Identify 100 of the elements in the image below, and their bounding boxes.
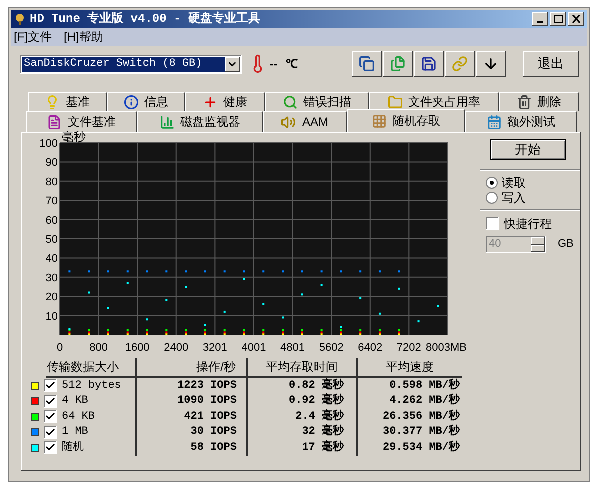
tab[interactable]: 额外测试: [465, 111, 577, 132]
data-point: [398, 270, 400, 273]
data-point: [340, 270, 342, 273]
tab[interactable]: 基准: [28, 92, 107, 111]
search-icon: [282, 94, 298, 110]
checkbox[interactable]: [44, 441, 57, 454]
tab[interactable]: 健康: [185, 92, 265, 111]
radio-button[interactable]: [486, 176, 498, 188]
checkbox[interactable]: [44, 410, 57, 424]
tab[interactable]: AAM: [263, 111, 347, 132]
x-tick-label: 2400: [164, 342, 189, 354]
toolbar-button[interactable]: [476, 51, 506, 77]
speaker-icon: [281, 114, 296, 130]
close-icon: [572, 15, 580, 23]
toolbar-button[interactable]: [414, 51, 444, 77]
data-point: [224, 270, 226, 273]
y-axis-title: 毫秒: [62, 130, 86, 144]
data-point: [378, 312, 381, 315]
data-point: [418, 320, 420, 323]
tab[interactable]: 文件基准: [26, 111, 137, 132]
data-point: [185, 270, 188, 273]
table-cell-text: 2.4 毫秒: [296, 408, 344, 424]
checkbox[interactable]: [44, 394, 57, 408]
tab[interactable]: 文件夹占用率: [369, 92, 499, 111]
y-tick-label: 70: [46, 196, 58, 208]
table-cell-text: 17 毫秒: [302, 440, 344, 456]
checkbox-label: 快捷行程: [504, 216, 552, 232]
data-point: [437, 305, 440, 308]
table-cell-text: 4.262 MB/秒: [390, 393, 460, 409]
toolbar-button[interactable]: [445, 51, 475, 77]
x-tick-label: 800: [90, 342, 108, 354]
y-tick-label: 30: [46, 272, 58, 284]
table-cell-text: 30 IOPS: [190, 425, 237, 440]
save-icon: [421, 56, 437, 72]
y-tick-label: 20: [46, 292, 58, 304]
tab[interactable]: 错误扫描: [265, 92, 369, 111]
toolbar-button[interactable]: [383, 51, 413, 77]
x-tick-label: 8003MB: [426, 342, 467, 354]
window-title: HD Tune 专业版 v4.00 - 硬盘专业工具: [30, 10, 260, 28]
data-point: [243, 270, 246, 273]
copy-icon: [359, 56, 375, 72]
table-cell-text: 32 毫秒: [302, 424, 344, 440]
link-icon: [452, 56, 468, 72]
table-cell-text: 26.356 MB/秒: [382, 408, 460, 424]
close-button[interactable]: [568, 12, 584, 26]
data-point: [166, 270, 168, 273]
y-tick-label: 40: [46, 253, 58, 266]
x-tick-label: 0: [56, 342, 64, 354]
tab[interactable]: 删除: [499, 92, 579, 111]
y-tick-label: 10: [46, 310, 58, 323]
menu-item[interactable]: [F]文件: [14, 28, 52, 46]
data-point: [320, 270, 323, 273]
tab[interactable]: 随机存取: [347, 109, 465, 132]
table-cell-text: 30.377 MB/秒: [382, 424, 460, 440]
dots-grid-icon: [372, 114, 386, 128]
minimize-button[interactable]: [532, 12, 548, 26]
x-tick-label: 4801: [280, 342, 305, 354]
drive-dropdown[interactable]: SanDiskCruzer Switch (8 GB): [20, 54, 242, 74]
data-point: [166, 299, 168, 302]
data-point: [301, 270, 304, 273]
column-header: 传输数据大小: [47, 359, 119, 376]
radio-button[interactable]: [486, 192, 498, 204]
data-point: [282, 316, 284, 319]
temperature-value: --: [270, 56, 278, 73]
data-point: [243, 278, 246, 280]
trash-icon: [516, 94, 532, 110]
data-point: [360, 298, 362, 300]
tab[interactable]: 磁盘监视器: [137, 111, 263, 132]
menu-item[interactable]: [H]帮助: [64, 28, 104, 46]
app-icon: [14, 13, 26, 25]
data-point: [224, 310, 226, 313]
table-cell-text: 随机: [62, 440, 84, 456]
tab[interactable]: 信息: [107, 92, 185, 111]
y-tick-label: 60: [46, 214, 58, 227]
table-cell-text: 0.82 毫秒: [288, 378, 344, 393]
table-cell-text: 4 KB: [62, 394, 88, 409]
plus-icon: [202, 94, 218, 110]
start-button[interactable]: 开始: [490, 139, 566, 160]
checkbox[interactable]: [44, 426, 57, 439]
data-point: [282, 270, 284, 273]
exit-button[interactable]: 退出: [523, 51, 579, 77]
maximize-icon: [554, 15, 562, 23]
lightbulb-icon: [45, 94, 60, 110]
table-cell-text: 0.92 毫秒: [288, 393, 344, 409]
data-point: [126, 270, 129, 273]
checkbox[interactable]: [44, 379, 57, 392]
y-tick-label: 50: [46, 234, 58, 246]
data-point: [378, 270, 381, 273]
radio-label: 写入: [502, 190, 526, 206]
data-point: [88, 270, 90, 273]
y-tick-label: 80: [46, 176, 58, 188]
x-tick-label: 3201: [202, 342, 228, 354]
table-cell-text: 512 bytes: [62, 378, 122, 394]
toolbar-button[interactable]: [352, 51, 382, 77]
checkbox[interactable]: [486, 217, 499, 230]
maximize-button[interactable]: [550, 12, 566, 26]
table-cell-text: 1090 IOPS: [178, 394, 237, 409]
data-point: [68, 270, 71, 273]
table-cell-text: 1 MB: [62, 425, 88, 440]
data-point: [107, 307, 110, 310]
